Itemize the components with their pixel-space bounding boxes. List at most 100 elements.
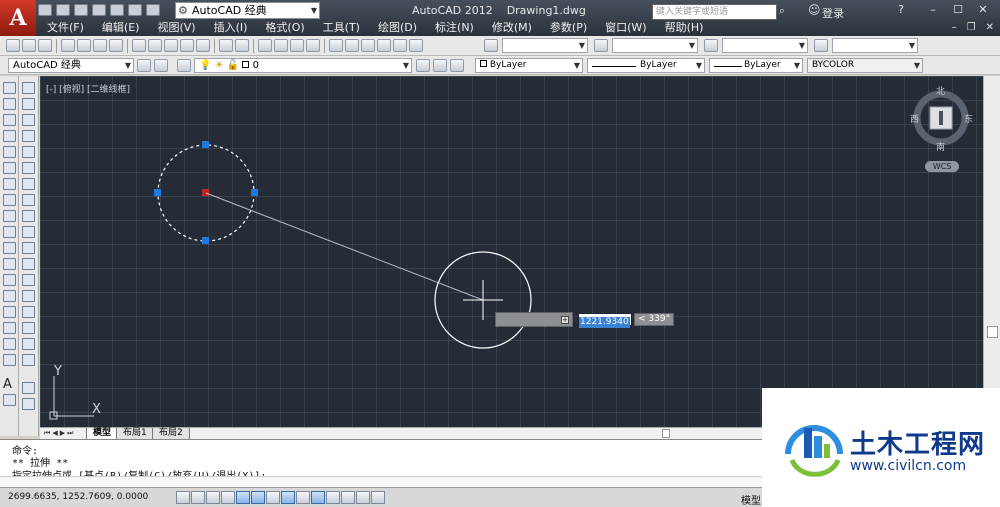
workspace-select[interactable]: ⚙ AutoCAD 经典 ▼ — [175, 2, 320, 19]
qnew-icon[interactable] — [6, 39, 20, 52]
text-style-icon[interactable] — [484, 39, 498, 52]
quick-properties-toggle[interactable] — [356, 491, 370, 504]
menu-file[interactable]: 文件(F) — [38, 21, 93, 35]
text-style-select[interactable]: ▼ — [502, 38, 588, 53]
spline-icon[interactable] — [3, 210, 16, 222]
grip-quadrant-left[interactable] — [154, 189, 161, 196]
doc-restore-button[interactable]: ❐ — [967, 22, 976, 33]
doc-minimize-button[interactable]: – — [952, 22, 957, 33]
ellipse-arc-icon[interactable] — [3, 242, 16, 254]
doc-close-button[interactable]: ✕ — [986, 22, 994, 33]
dynamic-input-toggle[interactable] — [311, 491, 325, 504]
binoculars-icon[interactable]: ⌕ — [779, 4, 793, 19]
fillet-icon[interactable] — [22, 322, 35, 334]
lineweight-toggle[interactable] — [326, 491, 340, 504]
dim-style-icon[interactable] — [594, 39, 608, 52]
multileader-style-select[interactable]: ▼ — [832, 38, 918, 53]
mirror-icon[interactable] — [22, 114, 35, 126]
viewcube-north[interactable]: 北 — [936, 84, 945, 97]
design-center-icon[interactable] — [345, 39, 359, 52]
chamfer-icon[interactable] — [22, 306, 35, 318]
menu-modify[interactable]: 修改(M) — [483, 21, 541, 35]
maximize-button[interactable]: ☐ — [950, 3, 966, 17]
plot-icon[interactable] — [61, 39, 75, 52]
save-as-icon[interactable] — [92, 4, 106, 16]
edit-hatch-icon[interactable] — [22, 398, 35, 410]
hatch-icon[interactable] — [3, 306, 16, 318]
pan-icon[interactable] — [258, 39, 272, 52]
grip-center-hot[interactable] — [202, 189, 209, 196]
search-input[interactable]: 键入关键字或短语 — [652, 4, 777, 20]
ortho-mode-toggle[interactable] — [221, 491, 235, 504]
menu-help[interactable]: 帮助(H) — [656, 21, 713, 35]
zoom-window-icon[interactable] — [290, 39, 304, 52]
open-icon[interactable] — [22, 39, 36, 52]
previous-tab-icon[interactable]: ◀ — [52, 428, 57, 439]
make-block-icon[interactable] — [3, 274, 16, 286]
copy-object-icon[interactable] — [22, 98, 35, 110]
3d-dwf-icon[interactable] — [109, 39, 123, 52]
point-icon[interactable] — [3, 290, 16, 302]
gradient-icon[interactable] — [3, 322, 16, 334]
polar-tracking-toggle[interactable] — [236, 491, 250, 504]
dynamic-input-length-field[interactable]: 1221.9340 — [578, 313, 632, 328]
add-selected-icon[interactable] — [3, 394, 16, 406]
layer-select[interactable]: 💡 ☀ 🔓 0 ▼ — [194, 58, 412, 73]
scale-icon[interactable] — [22, 194, 35, 206]
layer-state-icon[interactable] — [450, 59, 464, 72]
dynamic-input-angle-field[interactable]: < 339° — [634, 313, 674, 326]
plotstyle-select[interactable]: BYCOLOR ▼ — [807, 58, 923, 73]
redo-icon[interactable] — [146, 4, 160, 16]
help-icon[interactable]: ? — [893, 3, 909, 17]
line-icon[interactable] — [3, 82, 16, 94]
last-tab-icon[interactable]: ⏭ — [67, 428, 73, 439]
close-button[interactable]: ✕ — [975, 3, 991, 17]
menu-draw[interactable]: 绘图(D) — [369, 21, 426, 35]
grid-display-toggle[interactable] — [206, 491, 220, 504]
offset-icon[interactable] — [22, 130, 35, 142]
menu-insert[interactable]: 插入(I) — [205, 21, 257, 35]
circle-icon[interactable] — [3, 178, 16, 190]
gear-icon[interactable] — [137, 59, 151, 72]
quickcalc-icon[interactable] — [409, 39, 423, 52]
save-icon[interactable] — [74, 4, 88, 16]
menu-edit[interactable]: 编辑(E) — [93, 21, 149, 35]
table-style-icon[interactable] — [704, 39, 718, 52]
erase-icon[interactable] — [22, 82, 35, 94]
cut-icon[interactable] — [132, 39, 146, 52]
dynamic-input-pick-icon[interactable]: + — [561, 316, 569, 324]
break-at-point-icon[interactable] — [22, 258, 35, 270]
edit-polyline-icon[interactable] — [22, 382, 35, 394]
login-link[interactable]: 登录 — [822, 5, 844, 21]
selection-cycling-toggle[interactable] — [371, 491, 385, 504]
snap-mode-toggle[interactable] — [191, 491, 205, 504]
next-tab-icon[interactable]: ▶ — [60, 428, 65, 439]
infer-constraints-toggle[interactable] — [176, 491, 190, 504]
menu-format[interactable]: 格式(O) — [256, 21, 313, 35]
extend-icon[interactable] — [22, 242, 35, 254]
break-icon[interactable] — [22, 274, 35, 286]
object-snap-tracking-toggle[interactable] — [281, 491, 295, 504]
explode-icon[interactable] — [22, 354, 35, 366]
lineweight-select[interactable]: ByLayer ▼ — [709, 58, 803, 73]
vertical-scrollbar[interactable] — [983, 76, 1000, 427]
arc-icon[interactable] — [3, 162, 16, 174]
properties-icon[interactable] — [329, 39, 343, 52]
rotate-icon[interactable] — [22, 178, 35, 190]
grip-quadrant-top[interactable] — [202, 141, 209, 148]
markup-icon[interactable] — [393, 39, 407, 52]
stretch-icon[interactable] — [22, 210, 35, 222]
horizontal-scrollbar-thumb[interactable] — [662, 429, 670, 438]
undo-icon[interactable] — [128, 4, 142, 16]
ellipse-icon[interactable] — [3, 226, 16, 238]
coordinate-readout[interactable]: 2699.6635, 1252.7609, 0.0000 — [8, 492, 148, 502]
user-icon[interactable]: ☺ — [808, 3, 821, 17]
multiline-text-icon[interactable]: A — [3, 377, 12, 392]
move-icon[interactable] — [22, 162, 35, 174]
3d-object-snap-toggle[interactable] — [266, 491, 280, 504]
join-icon[interactable] — [22, 290, 35, 302]
menu-dimension[interactable]: 标注(N) — [426, 21, 483, 35]
tool-palettes-icon[interactable] — [361, 39, 375, 52]
color-select[interactable]: ByLayer ▼ — [475, 58, 583, 73]
blend-curves-icon[interactable] — [22, 338, 35, 350]
